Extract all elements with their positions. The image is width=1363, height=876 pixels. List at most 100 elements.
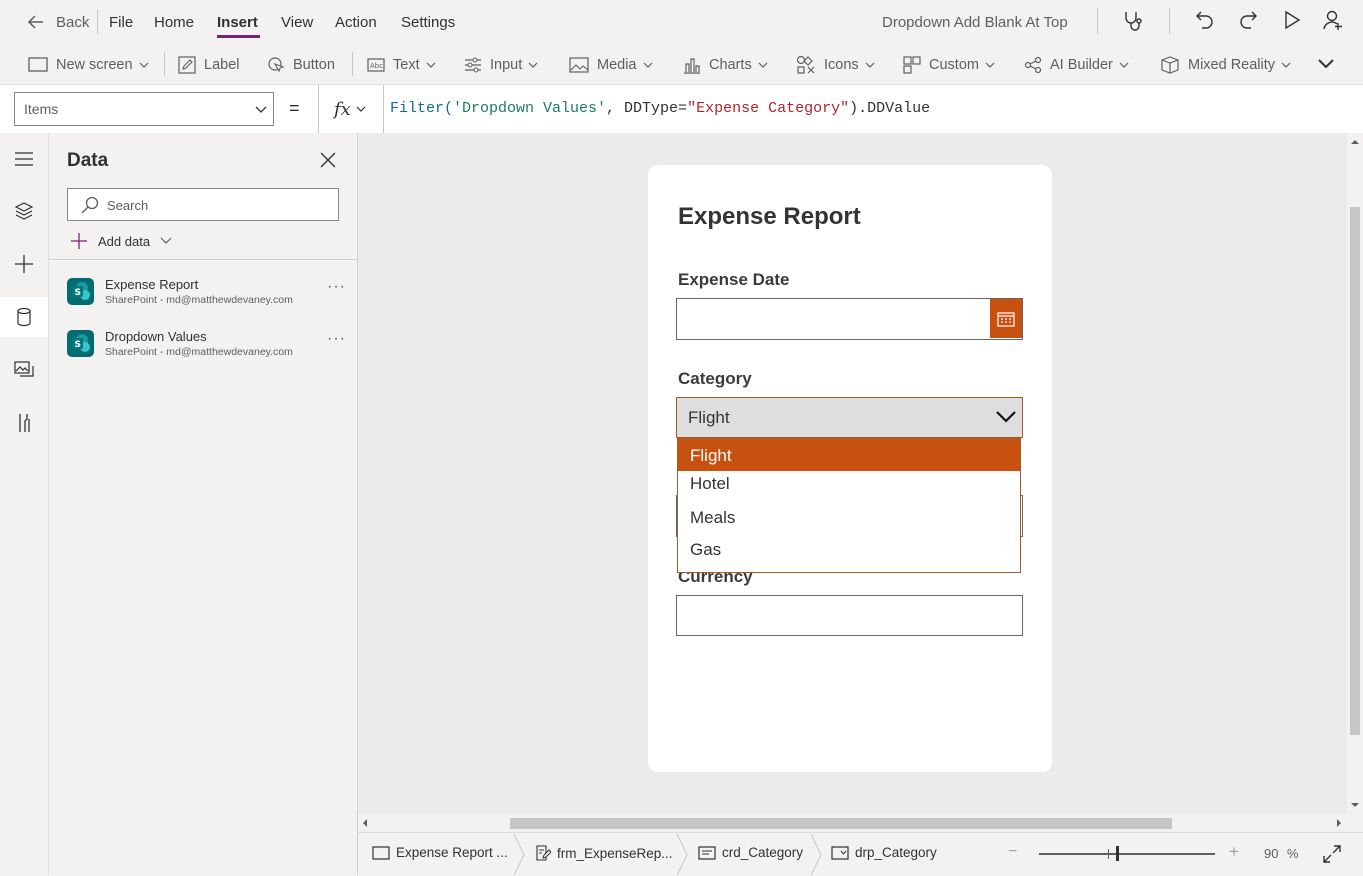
plus-icon <box>71 233 87 249</box>
app-screen[interactable]: Expense Report Expense Date Category Fli… <box>648 165 1052 772</box>
screen-icon <box>372 845 390 860</box>
breadcrumb-label: crd_Category <box>722 845 804 860</box>
media-menu-button[interactable]: Media <box>569 55 653 75</box>
hamburger-icon <box>15 152 33 166</box>
divider <box>164 52 165 76</box>
panel-divider <box>49 259 357 260</box>
dropdown-option[interactable]: Meals <box>678 505 1020 537</box>
dropdown-option[interactable]: Hotel <box>678 472 1020 504</box>
hamburger-button[interactable] <box>0 139 48 179</box>
calendar-button[interactable] <box>990 299 1022 338</box>
formula-string: "Expense Category" <box>687 100 850 117</box>
add-data-button[interactable]: Add data <box>70 232 172 250</box>
share-button[interactable] <box>1322 9 1344 31</box>
fit-to-window-button[interactable] <box>1322 844 1342 864</box>
formula-bar: Items = fx Filter('Dropdown Values', DDT… <box>0 84 1363 134</box>
expense-date-label: Expense Date <box>678 270 790 289</box>
icons-label: Icons <box>824 57 859 73</box>
redo-button[interactable] <box>1237 9 1259 31</box>
advanced-tools-button[interactable] <box>0 403 48 443</box>
insert-button[interactable] <box>0 244 48 284</box>
breadcrumb-dropdown[interactable]: drp_Category <box>831 845 937 860</box>
menu-home[interactable]: Home <box>154 14 194 31</box>
label-button[interactable]: Label <box>178 55 239 75</box>
chevron-down-icon <box>1281 62 1291 68</box>
zoom-out-button[interactable]: − <box>1008 843 1017 861</box>
custom-menu-button[interactable]: Custom <box>903 55 995 75</box>
label-label: Label <box>204 57 240 73</box>
zoom-slider-thumb[interactable] <box>1116 846 1119 861</box>
chevron-down-icon <box>996 411 1016 423</box>
category-label: Category <box>678 369 752 388</box>
ai-builder-menu-button[interactable]: AI Builder <box>1024 55 1129 75</box>
back-button[interactable]: Back <box>26 12 89 32</box>
tree-view-button[interactable] <box>0 191 48 231</box>
data-source-item[interactable]: S Expense Report SharePoint - md@matthew… <box>67 274 357 314</box>
undo-button[interactable] <box>1194 9 1216 31</box>
breadcrumb-label: frm_ExpenseRep... <box>557 845 673 861</box>
menu-view[interactable]: View <box>281 14 313 31</box>
category-dropdown[interactable]: Flight <box>676 397 1023 438</box>
more-options-button[interactable]: ··· <box>327 278 346 296</box>
vertical-scroll-thumb[interactable] <box>1350 207 1360 735</box>
horizontal-scrollbar[interactable] <box>358 814 1347 832</box>
formula-input[interactable]: Filter('Dropdown Values', DDType="Expens… <box>383 85 1363 133</box>
preview-button[interactable] <box>1282 10 1302 30</box>
input-menu-button[interactable]: Input <box>464 55 538 75</box>
custom-label: Custom <box>929 57 979 73</box>
formula-function: Filter( <box>390 100 454 117</box>
collapse-ribbon-button[interactable] <box>1316 56 1336 72</box>
search-input[interactable]: Search <box>67 188 339 221</box>
mixed-reality-label: Mixed Reality <box>1188 57 1276 73</box>
chevron-down-icon <box>139 62 148 68</box>
charts-menu-button[interactable]: Charts <box>683 55 768 75</box>
expand-icon <box>1323 845 1341 863</box>
chevron-down-icon <box>356 106 366 112</box>
zoom-value: 90 <box>1264 846 1279 861</box>
data-source-name: Dropdown Values <box>105 329 207 344</box>
currency-input[interactable] <box>676 595 1023 636</box>
fx-button[interactable]: fx <box>318 85 383 133</box>
menu-bar: Back File Home Insert View Action Settin… <box>0 0 1363 44</box>
menu-settings[interactable]: Settings <box>401 14 455 31</box>
icons-menu-button[interactable]: Icons <box>796 55 875 75</box>
more-options-button[interactable]: ··· <box>327 330 346 348</box>
dropdown-option[interactable]: Gas <box>678 538 1020 570</box>
close-panel-button[interactable] <box>320 152 336 168</box>
menu-action[interactable]: Action <box>335 14 377 31</box>
new-screen-button[interactable]: New screen <box>28 55 149 75</box>
media-pane-button[interactable] <box>0 350 48 390</box>
zoom-in-button[interactable]: + <box>1229 842 1239 862</box>
undo-icon <box>1196 11 1213 29</box>
play-icon <box>1285 10 1301 30</box>
dropdown-option[interactable]: Flight <box>678 439 1020 471</box>
data-button[interactable] <box>0 297 48 337</box>
vertical-scrollbar[interactable] <box>1347 133 1363 814</box>
ai-builder-label: AI Builder <box>1050 57 1113 73</box>
expense-date-picker[interactable] <box>676 298 1023 340</box>
text-menu-button[interactable]: Abc Text <box>367 55 436 75</box>
breadcrumb-form[interactable]: frm_ExpenseRep... <box>535 845 673 861</box>
app-checker-button[interactable] <box>1121 9 1145 33</box>
menu-file[interactable]: File <box>109 14 133 31</box>
mixed-reality-menu-button[interactable]: Mixed Reality <box>1160 55 1291 75</box>
status-bar: Expense Report ... frm_ExpenseRep... crd… <box>358 832 1363 876</box>
breadcrumb-screen[interactable]: Expense Report ... <box>372 845 508 860</box>
zoom-slider[interactable] <box>1039 846 1215 861</box>
data-source-item[interactable]: S Dropdown Values SharePoint - md@matthe… <box>67 326 357 366</box>
close-icon <box>320 152 336 168</box>
horizontal-scroll-thumb[interactable] <box>510 818 1172 829</box>
cursor-click-icon <box>268 57 285 73</box>
redo-icon <box>1240 11 1257 29</box>
data-source-subtitle: SharePoint - md@matthewdevaney.com <box>105 294 293 306</box>
breadcrumb-separator <box>513 833 525 876</box>
breadcrumb-card[interactable]: crd_Category <box>698 845 803 860</box>
data-source-name: Expense Report <box>105 277 199 292</box>
property-dropdown[interactable]: Items <box>14 92 274 126</box>
panel-title: Data <box>67 150 109 171</box>
chevron-down-icon <box>643 62 652 68</box>
menu-insert[interactable]: Insert <box>217 14 258 31</box>
chevron-down-icon <box>528 62 538 68</box>
button-button[interactable]: Button <box>267 55 335 75</box>
scroll-up-icon <box>1351 140 1359 144</box>
